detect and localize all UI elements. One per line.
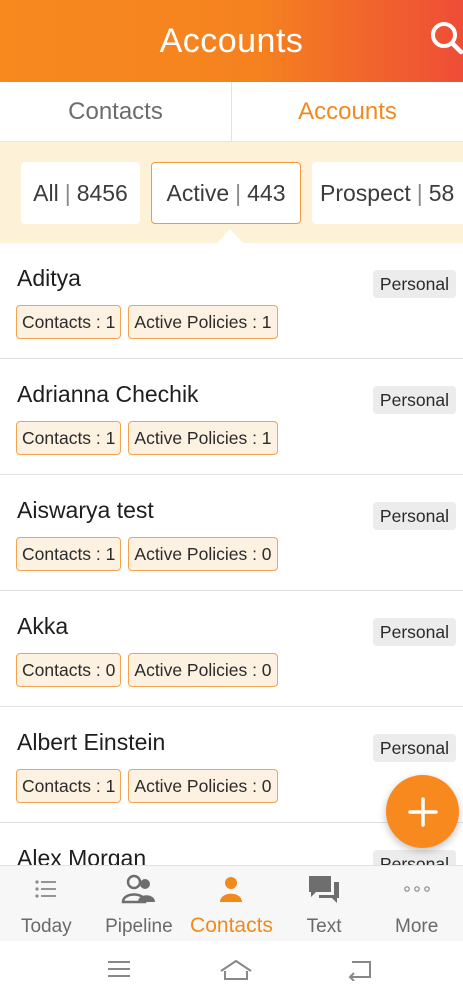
account-name: Albert Einstein <box>17 729 166 755</box>
nav-more[interactable]: More <box>370 866 463 941</box>
filter-label: Prospect <box>320 179 411 206</box>
account-name: Alex Morgan <box>17 845 147 865</box>
filter-chip-active[interactable]: Active | 443 <box>151 162 301 224</box>
nav-pipeline[interactable]: Pipeline <box>93 866 186 941</box>
search-icon <box>431 22 463 55</box>
recent-apps-button[interactable] <box>106 959 132 984</box>
nav-contacts[interactable]: Contacts <box>185 866 278 941</box>
filter-count: 58 <box>428 179 455 206</box>
contacts-count-pill: Contacts : 0 <box>16 653 122 687</box>
bottom-nav: Today Pipeline Contacts Text More <box>0 865 463 941</box>
tab-bar: Contacts Accounts <box>0 82 463 142</box>
nav-label: Contacts <box>190 914 273 937</box>
home-icon <box>220 959 252 980</box>
more-dots-icon <box>402 874 432 904</box>
list-item[interactable]: Aiswarya test Personal Contacts : 1 Acti… <box>0 475 463 591</box>
account-name: Aiswarya test <box>17 497 154 523</box>
chip-separator: | <box>64 179 71 206</box>
filter-label: All <box>33 179 59 206</box>
account-name: Adrianna Chechik <box>17 381 199 407</box>
contacts-count-pill: Contacts : 1 <box>16 421 122 455</box>
account-name: Akka <box>17 613 69 639</box>
filter-label: Active <box>166 179 230 206</box>
home-button[interactable] <box>219 959 253 986</box>
nav-label: Pipeline <box>105 916 173 937</box>
nav-label: Today <box>20 916 72 937</box>
account-type-badge: Personal <box>372 270 456 298</box>
accounts-list: Aditya Personal Contacts : 1 Active Poli… <box>0 243 463 865</box>
active-policies-pill: Active Policies : 0 <box>128 769 278 803</box>
nav-text[interactable]: Text <box>278 866 371 941</box>
contacts-count-pill: Contacts : 1 <box>16 769 122 803</box>
filter-chip-prospect[interactable]: Prospect | 58 <box>312 162 463 224</box>
list-item[interactable]: Akka Personal Contacts : 0 Active Polici… <box>0 591 463 707</box>
selected-filter-caret <box>217 229 243 243</box>
contacts-count-pill: Contacts : 1 <box>16 305 122 339</box>
filter-count: 443 <box>247 179 286 206</box>
active-policies-pill: Active Policies : 0 <box>128 653 278 687</box>
chip-separator: | <box>235 179 242 206</box>
active-policies-pill: Active Policies : 1 <box>128 421 278 455</box>
chip-separator: | <box>416 179 423 206</box>
add-account-button[interactable] <box>386 775 459 848</box>
active-policies-pill: Active Policies : 0 <box>128 537 278 571</box>
list-item[interactable]: Aditya Personal Contacts : 1 Active Poli… <box>0 243 463 359</box>
search-button[interactable] <box>427 18 463 58</box>
tab-contacts[interactable]: Contacts <box>0 82 231 141</box>
active-policies-pill: Active Policies : 1 <box>128 305 278 339</box>
account-type-badge: Personal <box>372 502 456 530</box>
back-button[interactable] <box>346 959 374 986</box>
filter-bar: All | 8456 Active | 443 Prospect | 58 <box>0 142 463 243</box>
nav-label: More <box>395 916 439 937</box>
person-icon <box>217 874 245 904</box>
system-nav-bar <box>0 941 463 995</box>
contacts-count-pill: Contacts : 1 <box>16 537 122 571</box>
chat-icon <box>307 874 341 904</box>
plus-icon <box>407 796 438 827</box>
list-item[interactable]: Adrianna Chechik Personal Contacts : 1 A… <box>0 359 463 475</box>
account-type-badge: Personal <box>372 618 456 646</box>
list-icon <box>34 874 58 904</box>
account-type-badge: Personal <box>372 734 456 762</box>
back-icon <box>348 961 371 982</box>
nav-today[interactable]: Today <box>0 866 93 941</box>
app-header: Accounts <box>0 0 463 82</box>
people-icon <box>121 874 157 904</box>
menu-icon <box>108 961 130 977</box>
filter-count: 8456 <box>76 179 128 206</box>
account-type-badge: Personal <box>372 850 456 865</box>
account-type-badge: Personal <box>372 386 456 414</box>
filter-chip-all[interactable]: All | 8456 <box>21 162 140 224</box>
page-title: Accounts <box>159 21 304 60</box>
nav-label: Text <box>306 916 342 937</box>
account-name: Aditya <box>17 265 81 291</box>
tab-accounts[interactable]: Accounts <box>231 82 463 141</box>
